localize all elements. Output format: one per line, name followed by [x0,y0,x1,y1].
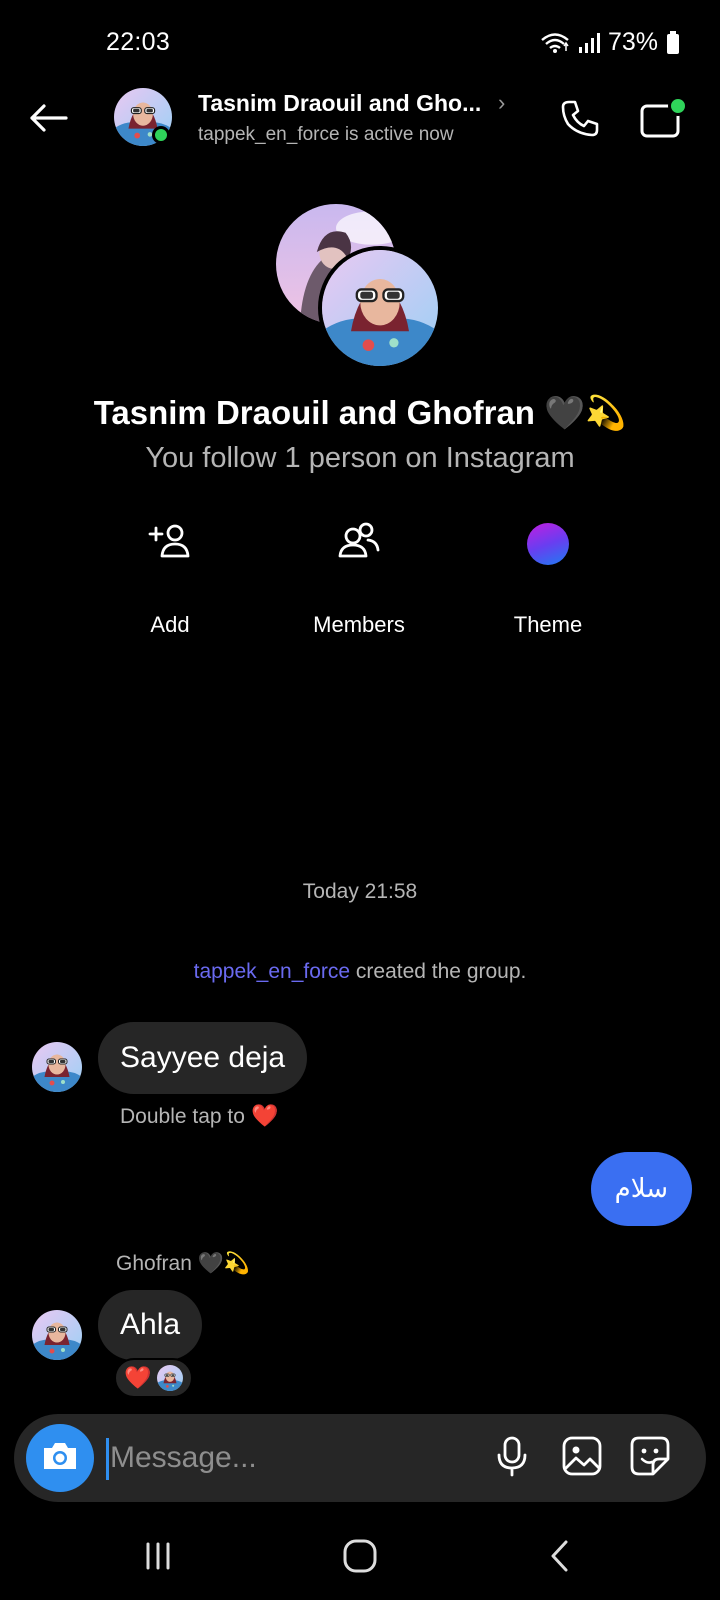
chat-timestamp: Today 21:58 [302,880,418,903]
message-text: سلام [614,1174,668,1204]
header-group-avatar[interactable] [114,88,172,146]
text-cursor [106,1438,109,1480]
camera-icon [41,1440,79,1477]
system-navigation-bar [0,1516,720,1600]
back-chevron-icon [548,1539,572,1578]
double-tap-hint: Double tap to ❤️ [120,1104,278,1129]
chevron-right-icon[interactable]: › [498,90,505,116]
sticker-icon [629,1435,671,1482]
camera-button[interactable] [26,1424,94,1492]
outgoing-message-bubble[interactable]: سلام [590,1152,692,1226]
theme-action-button[interactable]: Theme [468,520,628,638]
chat-title[interactable]: Tasnim Draouil and Gho... [198,90,481,117]
message-text: Sayyee deja [120,1041,286,1074]
system-message: tappek_en_force created the group. [0,960,720,984]
add-label: Add [150,612,190,637]
wifi-icon [540,32,570,54]
system-message-text: created the group. [350,960,527,983]
system-message-user-link[interactable]: tappek_en_force [194,960,350,983]
active-status-text: tappek_en_force is active now [198,124,454,145]
message-reactions[interactable]: ❤️ [114,1358,194,1398]
status-time: 22:03 [106,28,171,56]
message-text: Ahla [120,1308,181,1341]
home-button[interactable] [330,1534,390,1582]
sender-avatar[interactable] [32,1042,82,1092]
voice-call-button[interactable] [556,96,604,144]
message-sender-name: Ghofran 🖤💫 [116,1252,251,1275]
battery-text: 73% [607,28,658,56]
recent-apps-icon [142,1540,174,1577]
status-bar: 22:03 73% [0,0,720,86]
gallery-button[interactable] [558,1434,606,1482]
video-active-dot [668,96,688,116]
group-name: Tasnim Draouil and Ghofran 🖤💫 [93,394,627,431]
system-back-button[interactable] [530,1534,590,1582]
online-status-dot [152,126,170,144]
add-action-button[interactable]: Add [90,520,250,638]
reactor-avatar [157,1365,183,1391]
group-avatars[interactable] [276,204,446,370]
members-action-button[interactable]: Members [279,520,439,638]
back-arrow-icon [28,103,68,138]
member-avatar-2 [318,246,442,370]
home-icon [342,1538,378,1579]
message-composer [14,1414,706,1502]
battery-icon [666,30,680,55]
signal-icon [578,32,600,54]
voice-message-button[interactable] [488,1434,536,1482]
gallery-icon [561,1435,603,1482]
chat-header: Tasnim Draouil and Gho... › tappek_en_fo… [0,86,720,154]
recent-apps-button[interactable] [128,1534,188,1582]
heart-icon: ❤️ [250,1104,279,1129]
double-tap-text: Double tap to [120,1104,245,1128]
heart-reaction-icon: ❤️ [124,1365,152,1391]
add-person-icon [148,522,192,567]
microphone-icon [495,1435,529,1482]
phone-icon [560,98,600,143]
sticker-button[interactable] [626,1434,674,1482]
sender-avatar[interactable] [32,1310,82,1360]
members-label: Members [313,612,405,637]
status-icons: 73% [540,28,680,57]
theme-gradient-icon [527,523,569,565]
video-camera-icon [638,104,690,146]
theme-label: Theme [513,612,583,637]
members-icon [337,522,381,567]
video-call-button[interactable] [638,94,690,142]
incoming-message-bubble[interactable]: Ahla [98,1290,203,1360]
incoming-message-bubble[interactable]: Sayyee deja [98,1022,308,1094]
follow-info: You follow 1 person on Instagram [145,442,575,474]
back-button[interactable] [24,96,72,144]
message-input[interactable] [110,1432,480,1484]
